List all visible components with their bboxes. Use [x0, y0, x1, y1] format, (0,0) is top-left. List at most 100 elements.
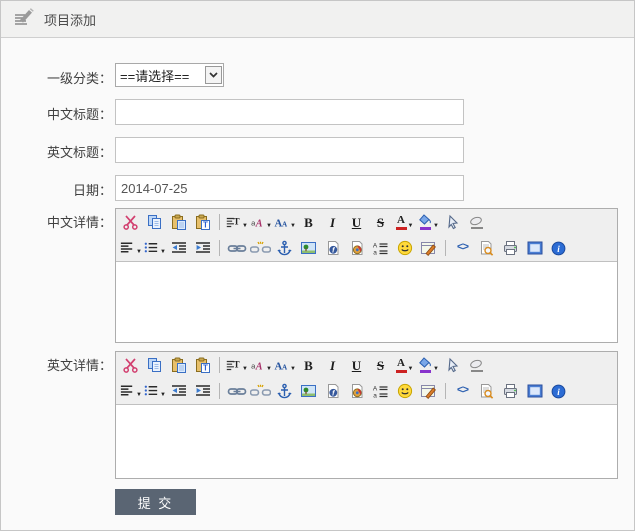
- print-icon[interactable]: [499, 381, 522, 402]
- chinese-detail-content-area[interactable]: [116, 261, 617, 342]
- svg-text:A: A: [372, 385, 377, 392]
- category-select-value: ==请选择==: [116, 66, 189, 85]
- submit-button[interactable]: 提 交: [115, 489, 196, 515]
- preview-icon[interactable]: [475, 381, 498, 402]
- media-icon[interactable]: [345, 381, 368, 402]
- paste-text-icon[interactable]: T: [191, 212, 214, 233]
- svg-text:a: a: [373, 392, 377, 399]
- background-color-icon[interactable]: ▼: [417, 212, 440, 233]
- strikethrough-icon[interactable]: S: [369, 212, 392, 233]
- underline-icon[interactable]: U: [345, 355, 368, 376]
- image-icon[interactable]: [297, 381, 320, 402]
- font-size-icon[interactable]: AA▼: [273, 212, 296, 233]
- svg-text:A: A: [282, 363, 288, 371]
- paragraph-format-icon[interactable]: T▼: [225, 355, 248, 376]
- indent-icon[interactable]: [191, 381, 214, 402]
- remove-format-icon[interactable]: [465, 212, 488, 233]
- bold-icon[interactable]: B: [297, 212, 320, 233]
- font-name-icon[interactable]: aA▼: [249, 355, 272, 376]
- cut-icon[interactable]: [119, 355, 142, 376]
- link-icon[interactable]: [225, 238, 248, 259]
- font-size-icon[interactable]: AA▼: [273, 355, 296, 376]
- cut-icon[interactable]: [119, 212, 142, 233]
- fit-window-icon[interactable]: [523, 238, 546, 259]
- text-color-icon[interactable]: A▼: [393, 355, 416, 376]
- select-pointer-icon[interactable]: [441, 355, 464, 376]
- svg-text:A: A: [255, 218, 263, 229]
- justify-icon[interactable]: ▼: [119, 238, 142, 259]
- toolbar-separator: [219, 240, 220, 256]
- category-select[interactable]: ==请选择==: [115, 63, 224, 87]
- chinese-detail-row: 中文详情： TT▼aA▼AA▼BIUSA▼▼ ▼▼fAa<>i: [15, 208, 634, 343]
- source-icon[interactable]: <>: [451, 238, 474, 259]
- toolbar-separator: [445, 383, 446, 399]
- toolbar-separator: [219, 214, 220, 230]
- definition-list-icon[interactable]: Aa: [369, 381, 392, 402]
- justify-icon[interactable]: ▼: [119, 381, 142, 402]
- chinese-detail-label: 中文详情：: [15, 208, 112, 343]
- edit-panel-icon[interactable]: [417, 238, 440, 259]
- paste-icon[interactable]: [167, 355, 190, 376]
- chinese-title-label: 中文标题：: [15, 99, 112, 125]
- english-title-row: 英文标题：: [15, 137, 634, 163]
- italic-icon[interactable]: I: [321, 355, 344, 376]
- svg-text:A: A: [372, 242, 377, 249]
- svg-text:a: a: [373, 249, 377, 256]
- copy-icon[interactable]: [143, 212, 166, 233]
- strikethrough-icon[interactable]: S: [369, 355, 392, 376]
- fit-window-icon[interactable]: [523, 381, 546, 402]
- english-detail-content-area[interactable]: [116, 404, 617, 478]
- toolbar-separator: [445, 240, 446, 256]
- image-icon[interactable]: [297, 238, 320, 259]
- paragraph-format-icon[interactable]: T▼: [225, 212, 248, 233]
- english-title-input[interactable]: [115, 137, 464, 163]
- anchor-icon[interactable]: [273, 381, 296, 402]
- svg-text:T: T: [203, 220, 208, 229]
- page: 项目添加 一级分类： ==请选择== 中文标题： 英文标题：: [0, 0, 635, 531]
- text-color-icon[interactable]: A▼: [393, 212, 416, 233]
- date-input[interactable]: [115, 175, 464, 201]
- outdent-icon[interactable]: [167, 238, 190, 259]
- remove-format-icon[interactable]: [465, 355, 488, 376]
- bold-icon[interactable]: B: [297, 355, 320, 376]
- italic-icon[interactable]: I: [321, 212, 344, 233]
- svg-text:A: A: [282, 220, 288, 228]
- source-icon[interactable]: <>: [451, 381, 474, 402]
- media-icon[interactable]: [345, 238, 368, 259]
- paste-icon[interactable]: [167, 212, 190, 233]
- editor-toolbar: TT▼aA▼AA▼BIUSA▼▼ ▼▼fAa<>i: [116, 352, 617, 404]
- flash-icon[interactable]: f: [321, 381, 344, 402]
- chinese-title-input[interactable]: [115, 99, 464, 125]
- edit-panel-icon[interactable]: [417, 381, 440, 402]
- page-header: 项目添加: [1, 1, 634, 38]
- background-color-icon[interactable]: ▼: [417, 355, 440, 376]
- indent-icon[interactable]: [191, 238, 214, 259]
- flash-icon[interactable]: f: [321, 238, 344, 259]
- preview-icon[interactable]: [475, 238, 498, 259]
- copy-icon[interactable]: [143, 355, 166, 376]
- list-icon[interactable]: ▼: [143, 238, 166, 259]
- toolbar-separator: [219, 357, 220, 373]
- select-pointer-icon[interactable]: [441, 212, 464, 233]
- date-label: 日期：: [15, 175, 112, 201]
- about-icon[interactable]: i: [547, 381, 570, 402]
- about-icon[interactable]: i: [547, 238, 570, 259]
- font-name-icon[interactable]: aA▼: [249, 212, 272, 233]
- paste-text-icon[interactable]: T: [191, 355, 214, 376]
- unlink-icon[interactable]: [249, 238, 272, 259]
- smiley-icon[interactable]: [393, 381, 416, 402]
- definition-list-icon[interactable]: Aa: [369, 238, 392, 259]
- chevron-down-icon[interactable]: [205, 66, 222, 84]
- link-icon[interactable]: [225, 381, 248, 402]
- unlink-icon[interactable]: [249, 381, 272, 402]
- outdent-icon[interactable]: [167, 381, 190, 402]
- anchor-icon[interactable]: [273, 238, 296, 259]
- smiley-icon[interactable]: [393, 238, 416, 259]
- english-detail-label: 英文详情：: [15, 351, 112, 479]
- list-icon[interactable]: ▼: [143, 381, 166, 402]
- print-icon[interactable]: [499, 238, 522, 259]
- category-row: 一级分类： ==请选择==: [15, 63, 634, 87]
- underline-icon[interactable]: U: [345, 212, 368, 233]
- project-add-form: 一级分类： ==请选择== 中文标题： 英文标题：: [1, 38, 634, 515]
- page-title: 项目添加: [44, 10, 96, 29]
